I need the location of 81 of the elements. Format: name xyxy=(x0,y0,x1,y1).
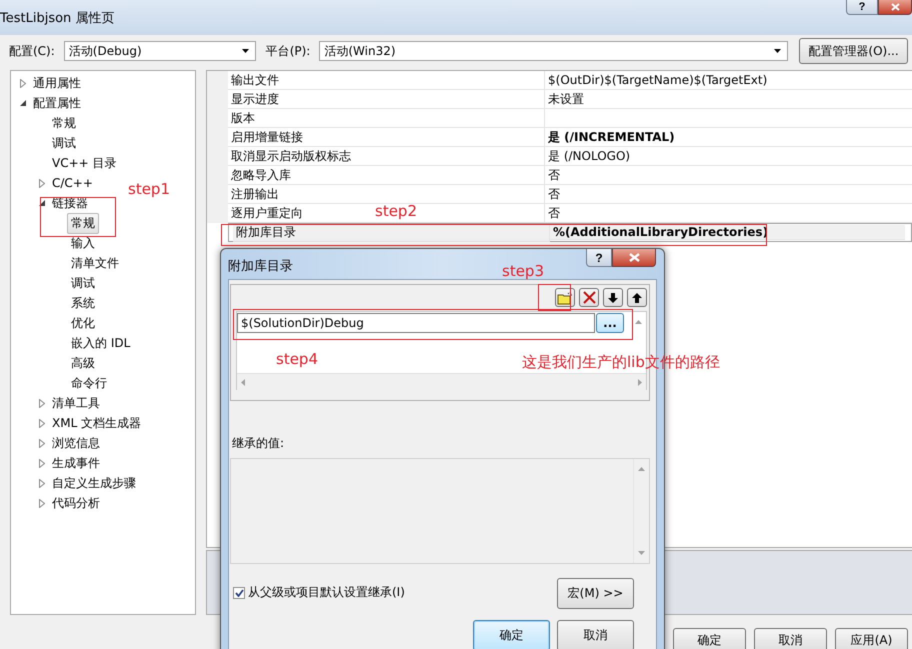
annotation-text: step4 xyxy=(276,350,318,368)
property-name[interactable]: 取消显示启动版权标志 xyxy=(228,147,545,166)
inherited-values-label: 继承的值: xyxy=(232,435,286,452)
dialog-title: 附加库目录 xyxy=(228,258,293,275)
annotation-text: step3 xyxy=(502,262,544,280)
down-arrow-icon xyxy=(608,292,618,303)
property-name[interactable]: 注册输出 xyxy=(228,185,545,204)
configuration-manager-button[interactable]: 配置管理器(O)... xyxy=(799,38,908,64)
delete-button[interactable] xyxy=(579,288,599,307)
property-name[interactable]: 输出文件 xyxy=(228,71,545,90)
scroll-up-icon xyxy=(638,467,645,471)
up-arrow-icon xyxy=(632,292,642,303)
tree-item[interactable]: 优化 xyxy=(67,312,99,334)
tree-item[interactable]: 生成事件 xyxy=(48,452,104,474)
window-title: TestLibjson 属性页 xyxy=(0,10,114,27)
cancel-button[interactable]: 取消 xyxy=(557,620,634,649)
move-up-button[interactable] xyxy=(627,288,647,307)
tree-item[interactable]: 常规 xyxy=(67,212,99,234)
tree-item[interactable]: 清单工具 xyxy=(48,392,104,414)
property-value[interactable]: 是 (/INCREMENTAL) xyxy=(545,128,912,147)
move-down-button[interactable] xyxy=(603,288,623,307)
platform-dropdown[interactable]: 活动(Win32) xyxy=(319,41,788,61)
annotation-text: step2 xyxy=(375,202,417,220)
property-value[interactable]: $(OutDir)$(TargetName)$(TargetExt) xyxy=(545,71,912,90)
tree-item[interactable]: 高级 xyxy=(67,352,99,374)
property-name[interactable]: 附加库目录 xyxy=(233,224,550,242)
property-value[interactable]: %(AdditionalLibraryDirectories) xyxy=(550,225,905,240)
help-button[interactable]: ? xyxy=(846,0,878,15)
tree-item[interactable]: C/C++ xyxy=(48,174,97,192)
new-folder-icon xyxy=(557,290,573,304)
help-button[interactable]: ? xyxy=(586,249,612,267)
dropdown-arrow-icon xyxy=(774,49,782,53)
configuration-dropdown[interactable]: 活动(Debug) xyxy=(64,41,256,61)
tree-item[interactable]: 常规 xyxy=(48,112,80,134)
property-value[interactable]: 未设置 xyxy=(545,90,912,109)
property-value[interactable]: 是 (/NOLOGO) xyxy=(545,147,912,166)
macros-button[interactable]: 宏(M) >> xyxy=(557,578,634,609)
tree-item[interactable]: VC++ 目录 xyxy=(48,152,121,174)
annotation-text: step1 xyxy=(128,180,170,198)
tree-item[interactable]: 通用属性 xyxy=(29,72,85,94)
apply-button[interactable]: 应用(A) xyxy=(835,628,908,649)
tree-item[interactable]: 调试 xyxy=(48,132,80,154)
close-button[interactable] xyxy=(878,0,912,15)
inherit-checkbox[interactable] xyxy=(233,586,245,598)
close-icon xyxy=(628,253,640,262)
tree-item[interactable]: 清单文件 xyxy=(67,252,123,274)
tree-item[interactable]: 调试 xyxy=(67,272,99,294)
tree-item[interactable]: 输入 xyxy=(67,232,99,254)
tree-item[interactable]: 代码分析 xyxy=(48,492,104,514)
tree-item[interactable]: 嵌入的 IDL xyxy=(67,332,134,354)
browse-button[interactable]: ... xyxy=(596,313,624,333)
scroll-down-icon xyxy=(638,551,645,555)
ok-button[interactable]: 确定 xyxy=(673,628,746,649)
checkmark-icon xyxy=(234,588,244,596)
ok-button[interactable]: 确定 xyxy=(473,620,550,649)
scroll-right-icon xyxy=(638,378,642,386)
property-name[interactable]: 显示进度 xyxy=(228,90,545,109)
inherit-checkbox-label[interactable]: 从父级或项目默认设置继承(I) xyxy=(248,584,405,601)
dropdown-arrow-icon xyxy=(242,49,249,53)
tree-item[interactable]: 系统 xyxy=(67,292,99,314)
new-folder-button[interactable] xyxy=(555,288,575,307)
scroll-up-icon xyxy=(635,320,642,324)
property-value[interactable]: 否 xyxy=(545,166,912,185)
close-button[interactable] xyxy=(612,249,656,267)
property-name[interactable]: 版本 xyxy=(228,109,545,128)
property-name[interactable]: 启用增量链接 xyxy=(228,128,545,147)
tree-item[interactable]: 命令行 xyxy=(67,372,111,394)
platform-label: 平台(P): xyxy=(266,42,310,60)
delete-icon xyxy=(582,290,596,305)
property-value[interactable]: 否 xyxy=(545,185,912,204)
tree-item[interactable]: 自定义生成步骤 xyxy=(48,472,140,494)
path-input-field[interactable]: $(SolutionDir)Debug xyxy=(237,313,595,333)
horizontal-scrollbar[interactable] xyxy=(237,373,646,390)
tree-item[interactable]: 配置属性 xyxy=(29,92,85,114)
property-name[interactable]: 忽略导入库 xyxy=(228,166,545,185)
tree-item[interactable]: 浏览信息 xyxy=(48,432,104,454)
scroll-left-icon xyxy=(241,378,245,386)
close-icon xyxy=(890,3,900,11)
configuration-label: 配置(C): xyxy=(9,42,55,60)
tree-item[interactable]: XML 文档生成器 xyxy=(48,412,146,434)
cancel-button[interactable]: 取消 xyxy=(754,628,827,649)
